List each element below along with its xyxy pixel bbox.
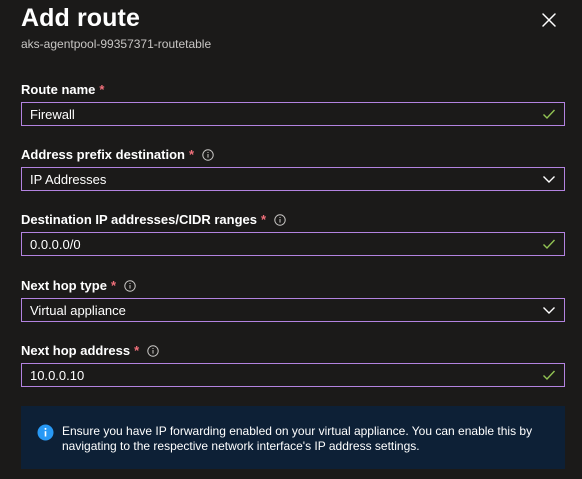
info-icon[interactable]: [124, 279, 136, 292]
next-hop-address-label: Next hop address *: [21, 343, 159, 358]
info-icon[interactable]: [274, 213, 286, 226]
info-icon[interactable]: [147, 344, 159, 357]
next-hop-address-label-text: Next hop address: [21, 343, 131, 358]
info-icon[interactable]: [202, 148, 214, 161]
required-marker: *: [188, 147, 195, 162]
next-hop-address-value: 10.0.0.10: [30, 367, 85, 383]
required-marker: *: [110, 278, 117, 293]
next-hop-type-value: Virtual appliance: [30, 302, 126, 318]
next-hop-type-label-text: Next hop type: [21, 278, 107, 293]
checkmark-icon: [541, 236, 557, 252]
close-icon: [542, 13, 556, 27]
destination-label-text: Destination IP addresses/CIDR ranges: [21, 212, 258, 227]
panel-subtitle: aks-agentpool-99357371-routetable: [21, 37, 212, 51]
address-prefix-label: Address prefix destination *: [21, 147, 214, 162]
address-prefix-value: IP Addresses: [30, 171, 107, 187]
route-name-label-text: Route name: [21, 82, 96, 97]
route-name-value: Firewall: [30, 106, 75, 122]
address-prefix-select[interactable]: IP Addresses: [21, 167, 565, 191]
checkmark-icon: [541, 106, 557, 122]
destination-value: 0.0.0.0/0: [30, 236, 81, 252]
destination-label: Destination IP addresses/CIDR ranges *: [21, 212, 286, 227]
destination-input[interactable]: 0.0.0.0/0: [21, 232, 565, 256]
panel-title: Add route: [21, 4, 140, 32]
required-marker: *: [134, 343, 140, 358]
checkmark-icon: [541, 367, 557, 383]
address-prefix-label-text: Address prefix destination: [21, 147, 185, 162]
next-hop-type-label: Next hop type *: [21, 278, 136, 293]
next-hop-address-input[interactable]: 10.0.0.10: [21, 363, 565, 387]
close-button[interactable]: [538, 9, 560, 31]
required-marker: *: [261, 212, 267, 227]
notice-text: Ensure you have IP forwarding enabled on…: [62, 424, 533, 453]
add-route-panel: Add route aks-agentpool-99357371-routeta…: [0, 0, 582, 479]
route-name-label: Route name *: [21, 82, 104, 97]
chevron-down-icon: [541, 302, 557, 318]
required-marker: *: [99, 82, 105, 97]
chevron-down-icon: [541, 171, 557, 187]
next-hop-type-select[interactable]: Virtual appliance: [21, 298, 565, 322]
route-name-input[interactable]: Firewall: [21, 102, 565, 126]
ip-forwarding-notice: Ensure you have IP forwarding enabled on…: [21, 406, 565, 469]
info-icon: [37, 424, 54, 441]
